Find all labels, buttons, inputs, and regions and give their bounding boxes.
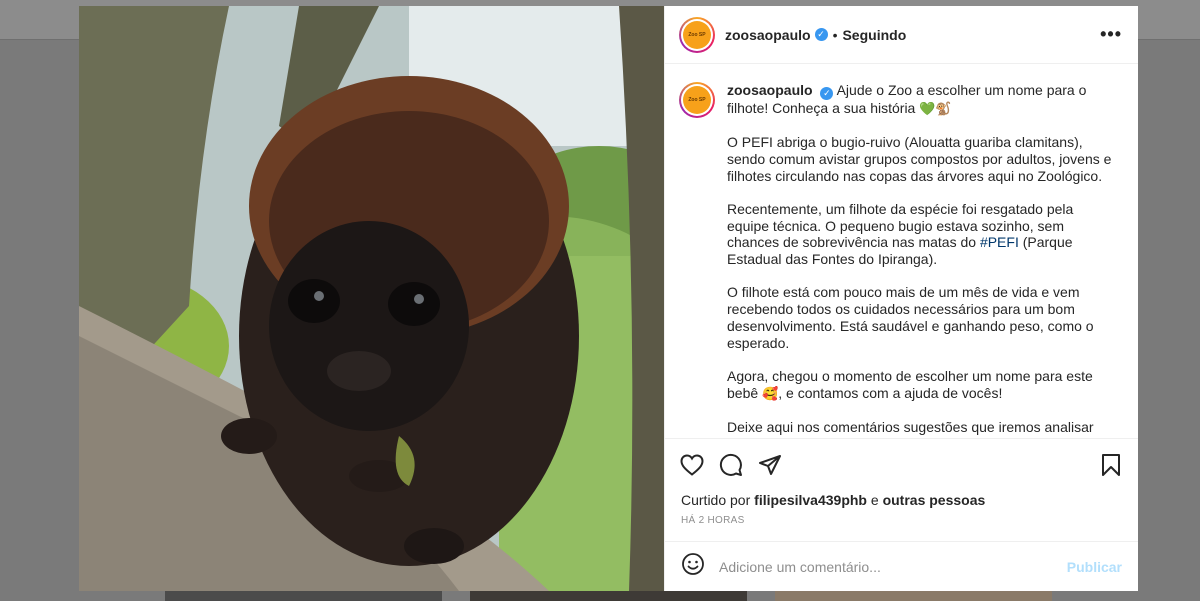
caption-avatar[interactable]: Zoo SP [679, 82, 715, 118]
zoo-logo: Zoo SP [683, 20, 711, 49]
post-caption: zoosaopaulo ✓ Ajude o Zoo a escolher um … [727, 82, 1119, 438]
monkey-photo-illustration [79, 6, 664, 591]
comment-input[interactable] [719, 558, 1067, 575]
share-icon[interactable] [757, 452, 783, 478]
background-thumbnail [470, 590, 747, 601]
other-likers-link[interactable]: outras pessoas [883, 492, 986, 508]
caption-paragraph: Deixe aqui nos comentários sugestões que… [727, 418, 1094, 438]
caption-paragraph: Recentemente, um filhote da espécie foi … [727, 201, 1119, 268]
caption-text: , e contamos com a ajuda de vocês! [778, 384, 1003, 401]
post-timestamp[interactable]: HÁ 2 HORAS [665, 514, 1138, 528]
likes-conjunction: e [870, 492, 879, 508]
background-thumbnail [165, 590, 442, 601]
post-header: Zoo SP zoosaopaulo ✓ • Seguindo ••• [665, 6, 1138, 64]
comment-bar: Publicar [665, 541, 1138, 591]
caption-area[interactable]: Zoo SP zoosaopaulo ✓ Ajude o Zoo a escol… [665, 64, 1138, 438]
avatar-ring: Zoo SP [681, 84, 713, 116]
following-button[interactable]: Seguindo [842, 27, 906, 43]
post-side-panel: Zoo SP zoosaopaulo ✓ • Seguindo ••• Zoo … [664, 6, 1138, 591]
post-photo [79, 6, 664, 591]
heart-monkey-emoji: 💚🐒 [919, 101, 952, 116]
heart-icon[interactable] [679, 452, 705, 478]
caption-text: Recentemente, um filhote da espécie foi … [727, 201, 1074, 251]
separator-dot: • [832, 26, 838, 43]
caption-paragraph: O filhote está com pouco mais de um mês … [727, 284, 1094, 351]
caption-paragraph: O PEFI abriga o bugio-ruivo (Alouatta gu… [727, 134, 1112, 184]
bookmark-icon[interactable] [1098, 452, 1124, 478]
likes-prefix: Curtido por [681, 492, 751, 508]
publish-button[interactable]: Publicar [1067, 559, 1122, 575]
avatar[interactable]: Zoo SP [679, 16, 715, 53]
verified-badge-icon: ✓ [814, 28, 828, 41]
background-thumbnail [775, 590, 1052, 601]
verified-badge-icon: ✓ [820, 87, 834, 100]
post-modal: Zoo SP zoosaopaulo ✓ • Seguindo ••• Zoo … [79, 6, 1138, 591]
more-options-icon[interactable]: ••• [1100, 24, 1122, 45]
hashtag-link[interactable]: #PEFI [980, 234, 1019, 250]
emoji-icon[interactable] [681, 552, 705, 581]
caption-username-link[interactable]: zoosaopaulo [727, 82, 813, 98]
caption-paragraph: Agora, chegou o momento de escolher um n… [727, 368, 1119, 402]
likes-summary: Curtido por filipesilva439phb e outras p… [665, 490, 1138, 510]
smiling-face-emoji: 🥰 [762, 385, 779, 401]
avatar-ring: Zoo SP [681, 18, 713, 51]
action-bar [665, 438, 1138, 490]
comment-icon[interactable] [718, 452, 744, 478]
liker-username-link[interactable]: filipesilva439phb [754, 492, 867, 508]
username-link[interactable]: zoosaopaulo [725, 27, 811, 43]
zoo-logo: Zoo SP [683, 86, 711, 114]
